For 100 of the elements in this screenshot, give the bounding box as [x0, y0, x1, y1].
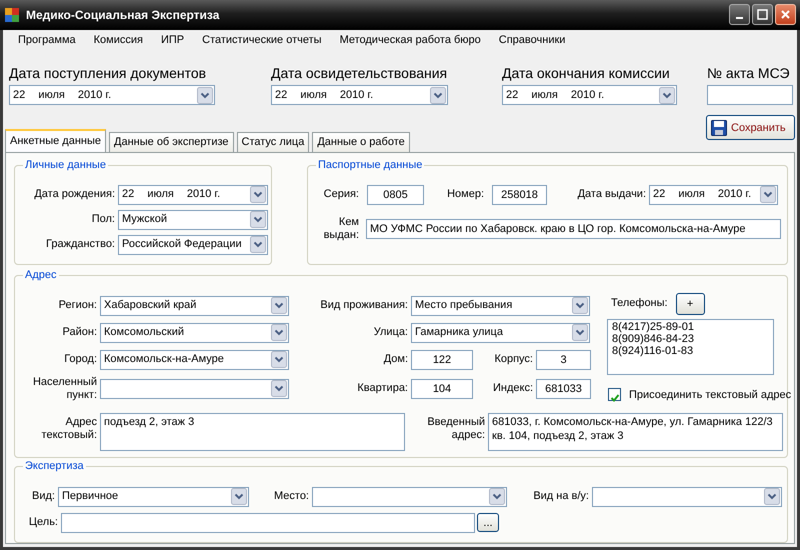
field-label: Район: — [62, 326, 98, 339]
chevron-down-icon — [250, 236, 266, 253]
text-field[interactable] — [707, 85, 793, 106]
field-label: Индекс: — [492, 382, 534, 395]
dropdown[interactable]: Гамарника улица — [411, 322, 590, 342]
dropdown[interactable]: Хабаровский край — [100, 296, 289, 316]
text-area[interactable]: подъезд 2, этаж 3 — [100, 413, 405, 451]
checkbox[interactable] — [608, 388, 621, 402]
dropdown[interactable]: Комсомольск-на-Амуре — [100, 350, 289, 370]
field-label: Дата освидетельствования — [271, 64, 448, 82]
field-label: Место: — [273, 490, 310, 503]
tab[interactable]: Анкетные данные — [5, 129, 106, 152]
menu-item[interactable]: Программа — [9, 32, 85, 49]
date-picker[interactable]: 22 июля 2010 г. — [649, 184, 778, 204]
list-item[interactable]: 8(924)116-01-83 — [612, 344, 769, 356]
menu-item[interactable]: Методическая работа бюро — [330, 32, 490, 49]
maximize-button[interactable] — [752, 4, 773, 26]
checkbox-label: Присоединить текстовый адрес — [629, 388, 792, 402]
field-label: Вид проживания: — [319, 299, 409, 312]
field-label: Вид: — [31, 490, 56, 503]
field-label: Дом: — [382, 353, 409, 366]
group-title: Паспортные данные — [316, 158, 424, 172]
dropdown[interactable]: Комсомольский — [100, 322, 289, 342]
chevron-down-icon — [430, 86, 446, 104]
date-picker[interactable]: 22 июля 2010 г. — [9, 85, 215, 106]
chevron-down-icon — [764, 488, 780, 505]
text-field[interactable]: 3 — [536, 350, 591, 370]
chevron-down-icon — [271, 324, 287, 341]
text-field[interactable] — [61, 512, 475, 532]
dropdown[interactable]: Мужской — [118, 210, 268, 230]
chevron-down-icon — [572, 324, 588, 341]
maximize-icon — [756, 8, 769, 22]
field-label: Дата поступления документов — [9, 64, 208, 82]
dropdown[interactable] — [592, 486, 782, 506]
chevron-down-icon — [489, 488, 505, 505]
group-title: Личные данные — [23, 158, 108, 172]
field-label: Регион: — [58, 299, 98, 312]
field-label: Цель: — [28, 516, 59, 529]
date-picker[interactable]: 22 июля 2010 г. — [118, 184, 268, 204]
text-field[interactable]: 681033 — [536, 378, 591, 398]
field-label: Адрес текстовый: — [40, 416, 98, 442]
field-label: Гражданство: — [45, 238, 116, 251]
chevron-down-icon — [197, 86, 213, 104]
chevron-down-icon — [231, 488, 247, 505]
field-label: Телефоны: — [611, 296, 668, 312]
browse-button[interactable]: ... — [477, 513, 499, 532]
text-field[interactable]: 0805 — [367, 184, 424, 204]
text-field[interactable]: МО УФМС России по Хабаровск. краю в ЦО гор. Комсомольска-на-Амуре — [366, 218, 781, 238]
phone-list[interactable]: 8(4217)25-89-01 8(909)846-84-23 8(924)116-01-83 — [607, 318, 774, 374]
field-label: Корпус: — [493, 353, 534, 366]
chevron-down-icon — [271, 297, 287, 314]
chevron-down-icon — [250, 211, 266, 228]
chevron-down-icon — [572, 297, 588, 314]
field-label: № акта МСЭ — [707, 64, 791, 82]
tab[interactable]: Данные об экспертизе — [109, 132, 234, 152]
chevron-down-icon — [659, 86, 675, 104]
field-label: Квартира: — [356, 382, 409, 395]
chevron-down-icon — [271, 380, 287, 397]
field-label: Кем выдан: — [322, 216, 360, 242]
menu-item[interactable]: Статистические отчеты — [193, 32, 331, 49]
chevron-down-icon — [760, 186, 776, 203]
group-title: Адрес — [23, 268, 58, 282]
text-field[interactable]: 258018 — [492, 184, 547, 204]
text-field[interactable]: 104 — [411, 378, 473, 398]
dropdown[interactable]: Первичное — [58, 486, 249, 506]
menu-item[interactable]: ИПР — [152, 32, 194, 49]
group-title: Экспертиза — [23, 459, 86, 473]
minimize-button[interactable] — [729, 4, 750, 26]
field-label: Дата окончания комиссии — [502, 64, 671, 82]
tab[interactable]: Данные о работе — [312, 132, 410, 152]
field-label: Номер: — [446, 188, 485, 201]
dropdown[interactable]: Место пребывания — [411, 296, 590, 316]
app-icon — [4, 6, 20, 23]
field-label: Дата выдачи: — [576, 188, 647, 201]
chevron-down-icon — [250, 186, 266, 203]
minimize-icon — [736, 17, 743, 20]
dropdown[interactable]: Российской Федерации — [118, 234, 268, 254]
field-label: Пол: — [90, 213, 116, 226]
list-item[interactable]: 8(909)846-84-23 — [612, 332, 769, 344]
chevron-down-icon — [271, 351, 287, 368]
menu-item[interactable]: Справочники — [490, 32, 574, 49]
menu-item[interactable]: Комиссия — [84, 32, 152, 49]
tab[interactable]: Статус лица — [236, 132, 310, 152]
field-label: Вид на в/у: — [532, 490, 590, 503]
list-item[interactable]: 8(4217)25-89-01 — [612, 320, 769, 332]
date-picker[interactable]: 22 июля 2010 г. — [502, 85, 677, 106]
date-picker[interactable]: 22 июля 2010 г. — [271, 85, 448, 106]
close-icon — [779, 8, 792, 22]
dropdown[interactable] — [312, 486, 507, 506]
field-label: Город: — [63, 353, 98, 366]
text-area[interactable]: 681033, г. Комсомольск-на-Амуре, ул. Гамарника 122/3 кв. 104, подъезд 2, этаж 3 — [488, 413, 783, 451]
text-field[interactable]: 122 — [411, 350, 473, 370]
close-button[interactable] — [775, 4, 796, 26]
field-label: Введенный адрес: — [426, 416, 486, 442]
field-label: Дата рождения: — [33, 188, 116, 201]
window-title: Медико-Социальная Экспертиза — [26, 6, 220, 24]
dropdown[interactable] — [100, 378, 289, 398]
field-label: Населенный пункт: — [32, 376, 98, 402]
save-button[interactable]: Сохранить — [706, 115, 795, 140]
add-button[interactable]: + — [676, 292, 705, 314]
